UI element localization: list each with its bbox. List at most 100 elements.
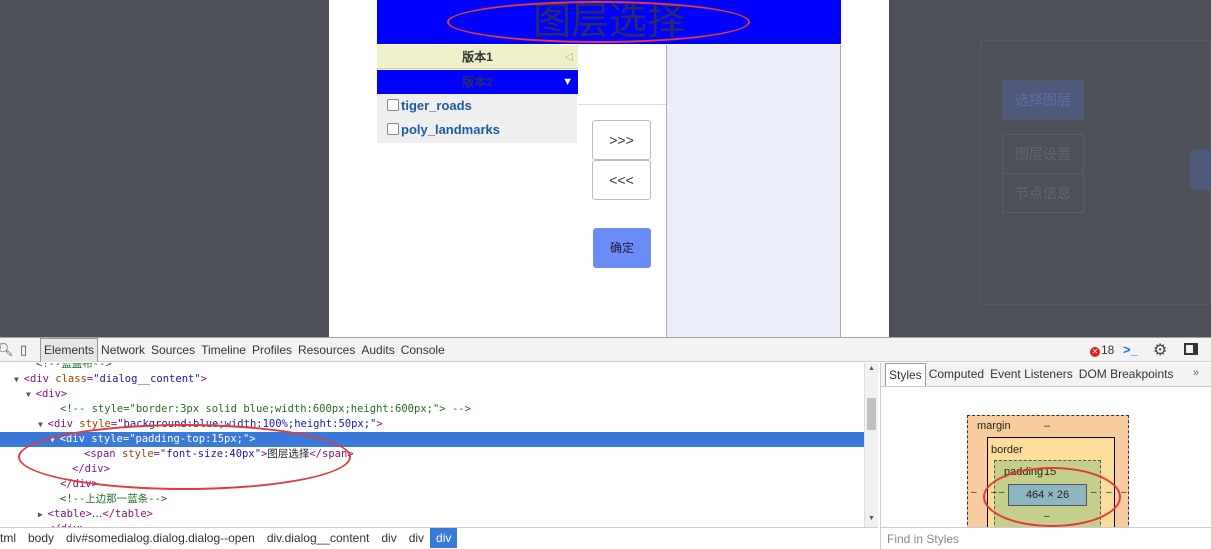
border-right-value[interactable]: – bbox=[1106, 487, 1112, 498]
breadcrumb-item[interactable]: tml bbox=[0, 528, 22, 548]
code-token: <span bbox=[84, 448, 122, 460]
dom-breadcrumb: tml body div#somedialog.dialog.dialog--ope… bbox=[0, 527, 878, 549]
dom-node-line[interactable]: ▶ <table>…</table> bbox=[0, 507, 864, 522]
collapse-triangle-icon[interactable]: ▼ bbox=[50, 435, 60, 444]
margin-label: margin bbox=[977, 420, 1011, 432]
layer-item-tiger-roads[interactable]: tiger_roads bbox=[387, 94, 577, 118]
box-model-content[interactable]: 464 × 26 bbox=[1008, 484, 1087, 506]
margin-left-value[interactable]: – bbox=[971, 487, 977, 498]
styles-tab-computed[interactable]: Computed bbox=[926, 363, 987, 386]
ok-button[interactable]: 确定 bbox=[593, 228, 651, 268]
dom-node-line[interactable]: ▼ <div> bbox=[0, 387, 864, 402]
checkbox[interactable] bbox=[387, 123, 399, 135]
layer-list: tiger_roads poly_landmarks bbox=[377, 94, 577, 143]
search-icon[interactable]: 🔍︎ bbox=[0, 342, 14, 358]
code-token: 图层选择 bbox=[267, 448, 310, 460]
page-viewport: 选择图层 图层设置 节点信息 图层选择 版本1 ◁ 版本2 ▼ tiger_ro… bbox=[0, 0, 1211, 337]
scroll-thumb[interactable] bbox=[867, 398, 876, 430]
elements-scrollbar[interactable]: ▲ ▼ bbox=[864, 363, 878, 527]
devtools: 🔍︎ ▯ Elements Network Sources Timeline Profi… bbox=[0, 337, 1211, 549]
dom-node-line[interactable]: ▼ <div style="padding-top:15px;"> bbox=[0, 432, 864, 447]
code-token: class bbox=[55, 373, 87, 385]
padding-value[interactable]: 15 bbox=[1044, 466, 1056, 478]
more-tabs-icon[interactable]: » bbox=[1193, 367, 1199, 379]
breadcrumb-item[interactable]: div bbox=[403, 528, 430, 548]
side-item-select-layer[interactable]: 选择图层 bbox=[1002, 80, 1084, 120]
code-token: <table> bbox=[47, 508, 92, 520]
code-token: … bbox=[91, 508, 103, 520]
border-label: border bbox=[991, 444, 1023, 456]
code-token: style bbox=[121, 448, 154, 460]
expand-triangle-icon[interactable]: ▶ bbox=[38, 510, 48, 519]
side-tab-handle[interactable] bbox=[1190, 150, 1211, 190]
tab-elements[interactable]: Elements bbox=[40, 338, 99, 362]
collapse-triangle-icon[interactable]: ▼ bbox=[14, 375, 24, 384]
error-count: 18 bbox=[1101, 343, 1115, 357]
find-in-styles-input[interactable]: Find in Styles bbox=[881, 527, 1211, 549]
checkbox[interactable] bbox=[387, 99, 399, 111]
elements-tree[interactable]: <!--蓝盖布--> ▼ <div class="dialog__content"… bbox=[0, 363, 878, 527]
error-count-badge[interactable]: ✕ 18 bbox=[1090, 343, 1114, 357]
dom-node-line[interactable]: <!--上边那一蓝条--> bbox=[0, 492, 864, 507]
side-item-layer-settings[interactable]: 图层设置 bbox=[1002, 134, 1084, 174]
collapse-triangle-icon[interactable]: ▼ bbox=[26, 390, 36, 399]
tab-network[interactable]: Network bbox=[98, 338, 148, 362]
dom-node-line[interactable]: ▼ <div class="dialog__content"> bbox=[0, 372, 864, 387]
scroll-down-icon[interactable]: ▼ bbox=[868, 515, 875, 522]
gear-icon[interactable]: ⚙ bbox=[1153, 340, 1167, 360]
accordion-label: 版本1 bbox=[462, 50, 493, 64]
code-token: </span> bbox=[309, 448, 354, 460]
breadcrumb-item[interactable]: div bbox=[430, 528, 458, 548]
code-token: > bbox=[200, 373, 207, 385]
breadcrumb-item[interactable]: div#somedialog.dialog.dialog--open bbox=[60, 528, 261, 548]
tab-resources[interactable]: Resources bbox=[295, 338, 358, 362]
breadcrumb-item[interactable]: div bbox=[375, 528, 402, 548]
tab-timeline[interactable]: Timeline bbox=[198, 338, 249, 362]
expand-arrow-icon: ▼ bbox=[562, 76, 573, 88]
tab-profiles[interactable]: Profiles bbox=[249, 338, 295, 362]
layer-item-poly-landmarks[interactable]: poly_landmarks bbox=[387, 118, 577, 142]
tab-audits[interactable]: Audits bbox=[358, 338, 397, 362]
breadcrumb-item[interactable]: body bbox=[22, 528, 60, 548]
padding-left-value[interactable]: – bbox=[999, 487, 1005, 498]
layer-label: poly_landmarks bbox=[401, 122, 500, 137]
dock-side-icon[interactable] bbox=[1184, 343, 1198, 355]
code-token: </div> bbox=[60, 478, 98, 490]
styles-tab-styles[interactable]: Styles bbox=[885, 363, 926, 386]
remove-layer-button[interactable]: <<< bbox=[592, 160, 651, 200]
scroll-up-icon[interactable]: ▲ bbox=[868, 365, 875, 372]
dom-node-line[interactable]: <!--蓝盖布--> bbox=[0, 363, 864, 372]
padding-label: padding bbox=[1004, 466, 1044, 478]
styles-tab-dom-breakpoints[interactable]: DOM Breakpoints bbox=[1076, 363, 1177, 386]
dialog-title-bar: 图层选择 bbox=[377, 0, 841, 44]
dom-node-line[interactable]: <span style="font-size:40px">图层选择</span> bbox=[0, 447, 864, 462]
breadcrumb-item[interactable]: div.dialog__content bbox=[261, 528, 376, 548]
tab-sources[interactable]: Sources bbox=[148, 338, 198, 362]
margin-value[interactable]: – bbox=[1044, 420, 1050, 432]
dialog-title: 图层选择 bbox=[532, 0, 685, 43]
side-item-node-info[interactable]: 节点信息 bbox=[1002, 173, 1084, 213]
dom-node-line[interactable]: </div> bbox=[0, 477, 864, 492]
device-mode-icon[interactable]: ▯ bbox=[20, 342, 27, 358]
layer-label: tiger_roads bbox=[401, 98, 472, 113]
accordion-version-2[interactable]: 版本2 ▼ bbox=[377, 70, 578, 94]
devtools-toolbar: 🔍︎ ▯ Elements Network Sources Timeline Profi… bbox=[0, 338, 1211, 362]
error-icon: ✕ bbox=[1090, 347, 1100, 357]
styles-tab-event-listeners[interactable]: Event Listeners bbox=[987, 363, 1076, 386]
code-token: "font-size:40px" bbox=[159, 448, 262, 460]
dom-node-line[interactable]: </div> bbox=[0, 462, 864, 477]
collapse-arrow-icon: ◁ bbox=[564, 51, 573, 63]
padding-bottom-value[interactable]: – bbox=[1044, 511, 1050, 522]
border-left-value[interactable]: – bbox=[991, 487, 997, 498]
tab-console[interactable]: Console bbox=[398, 338, 448, 362]
dom-node-line[interactable]: ▼ <div style="background:blue;width:100%… bbox=[0, 417, 864, 432]
code-token: "dialog__content" bbox=[93, 373, 201, 385]
code-token: <div bbox=[59, 433, 92, 445]
console-drawer-icon[interactable]: >_ bbox=[1123, 342, 1138, 357]
accordion-version-1[interactable]: 版本1 ◁ bbox=[377, 45, 578, 69]
add-layer-button[interactable]: >>> bbox=[592, 120, 651, 160]
collapse-triangle-icon[interactable]: ▼ bbox=[38, 420, 48, 429]
padding-right-value[interactable]: – bbox=[1091, 487, 1097, 498]
dom-node-line[interactable]: <!-- style="border:3px solid blue;width:… bbox=[0, 402, 864, 417]
margin-right-value[interactable]: – bbox=[1121, 487, 1127, 498]
